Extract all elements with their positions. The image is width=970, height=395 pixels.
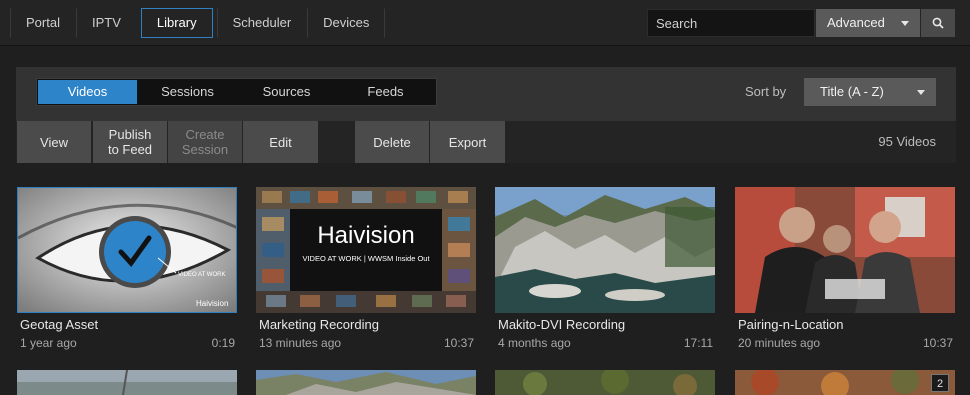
thumb-logo: Haivision bbox=[196, 299, 228, 308]
video-title: Marketing Recording bbox=[259, 317, 379, 332]
sort-select[interactable]: Title (A - Z) bbox=[804, 78, 936, 106]
eye-thumbnail-image: VIDEO AT WORK Haivision bbox=[18, 188, 236, 312]
video-duration: 10:37 bbox=[922, 336, 953, 350]
thumbnail-image bbox=[735, 370, 955, 395]
advanced-label: Advanced bbox=[827, 15, 885, 30]
video-tile[interactable] bbox=[17, 370, 237, 395]
export-label: Export bbox=[448, 134, 487, 150]
create-session-label: Create Session bbox=[182, 127, 228, 157]
edit-button[interactable]: Edit bbox=[243, 121, 318, 163]
video-thumbnail bbox=[735, 187, 955, 313]
thumb-logo: Haivision bbox=[317, 222, 414, 249]
video-age: 4 months ago bbox=[498, 336, 571, 350]
thumb-caption: VIDEO AT WORK bbox=[178, 272, 225, 278]
view-button[interactable]: View bbox=[17, 121, 91, 163]
create-label-line2: Session bbox=[181, 142, 229, 157]
thumbnail-image bbox=[495, 370, 715, 395]
tab-videos[interactable]: Videos bbox=[38, 80, 137, 104]
publish-label-line2: to Feed bbox=[107, 142, 153, 157]
delete-button[interactable]: Delete bbox=[355, 121, 429, 163]
chevron-down-icon bbox=[917, 90, 925, 95]
video-tile[interactable] bbox=[256, 370, 476, 395]
sort-value: Title (A - Z) bbox=[820, 84, 884, 99]
video-tile[interactable]: 2 bbox=[735, 370, 955, 395]
top-bar: Portal IPTV Library Scheduler Devices Ad… bbox=[0, 0, 970, 46]
tab-sources[interactable]: Sources bbox=[237, 79, 336, 105]
nav-portal[interactable]: Portal bbox=[10, 8, 76, 38]
advanced-search-button[interactable]: Advanced bbox=[816, 9, 920, 37]
video-thumbnail bbox=[256, 370, 476, 395]
delete-label: Delete bbox=[373, 134, 411, 150]
library-tabs: Videos Sessions Sources Feeds bbox=[36, 78, 437, 106]
video-thumbnail: Haivision VIDEO AT WORK | WWSM Inside Ou… bbox=[256, 187, 476, 313]
video-thumbnail bbox=[735, 370, 955, 395]
publish-label-line1: Publish bbox=[108, 127, 152, 142]
publish-label: Publish to Feed bbox=[108, 127, 152, 157]
tab-feeds[interactable]: Feeds bbox=[336, 79, 435, 105]
video-thumbnail: VIDEO AT WORK Haivision bbox=[17, 187, 237, 313]
thumbnail-image bbox=[17, 370, 237, 395]
people-thumbnail-image bbox=[735, 187, 955, 313]
video-duration: 17:11 bbox=[683, 336, 713, 350]
video-duration: 0:19 bbox=[211, 336, 235, 350]
video-thumbnail bbox=[17, 370, 237, 395]
create-label-line1: Create bbox=[185, 127, 225, 142]
video-tile[interactable] bbox=[495, 370, 715, 395]
edit-label: Edit bbox=[269, 134, 292, 150]
video-age: 13 minutes ago bbox=[259, 336, 342, 350]
sort-label: Sort by bbox=[745, 84, 787, 99]
create-session-button[interactable]: Create Session bbox=[168, 121, 242, 163]
nav-devices[interactable]: Devices bbox=[307, 8, 386, 38]
video-thumbnail bbox=[495, 187, 715, 313]
video-age: 20 minutes ago bbox=[738, 336, 821, 350]
search-input[interactable] bbox=[647, 9, 815, 37]
video-title: Geotag Asset bbox=[20, 317, 99, 332]
thumb-caption: VIDEO AT WORK | WWSM Inside Out bbox=[302, 254, 430, 263]
nav-iptv[interactable]: IPTV bbox=[75, 8, 137, 38]
nav-library[interactable]: Library bbox=[140, 8, 213, 38]
export-button[interactable]: Export bbox=[430, 121, 505, 163]
video-thumbnail bbox=[495, 370, 715, 395]
chevron-down-icon bbox=[901, 21, 909, 26]
search-icon bbox=[932, 17, 944, 29]
view-label: View bbox=[40, 134, 68, 150]
video-title: Makito-DVI Recording bbox=[498, 317, 626, 332]
tab-sessions[interactable]: Sessions bbox=[138, 79, 237, 105]
marketing-thumbnail-image: Haivision VIDEO AT WORK | WWSM Inside Ou… bbox=[256, 187, 476, 313]
publish-to-feed-button[interactable]: Publish to Feed bbox=[93, 121, 167, 163]
river-thumbnail-image bbox=[495, 187, 715, 313]
video-count: 95 Videos bbox=[878, 134, 936, 149]
thumbnail-image bbox=[256, 370, 476, 395]
nav-scheduler[interactable]: Scheduler bbox=[216, 8, 308, 38]
video-title: Pairing-n-Location bbox=[738, 317, 844, 332]
main-nav: Portal IPTV Library Scheduler Devices bbox=[10, 8, 386, 38]
search-button[interactable] bbox=[921, 9, 955, 37]
video-age: 1 year ago bbox=[20, 336, 77, 350]
video-duration: 10:37 bbox=[443, 336, 474, 350]
session-count-badge: 2 bbox=[931, 374, 949, 392]
